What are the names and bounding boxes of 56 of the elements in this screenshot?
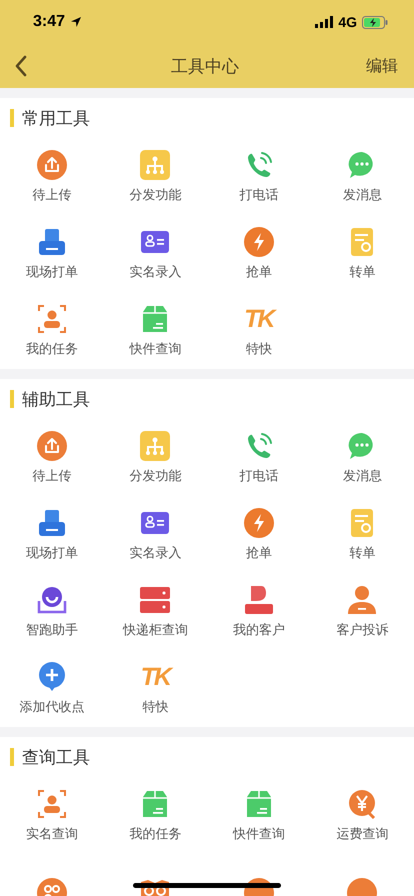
- tool-label[interactable]: 快递柜查询: [122, 620, 188, 638]
- tool-label[interactable]: 实名录入: [129, 262, 182, 280]
- tool-label[interactable]: 运费查询: [336, 824, 388, 842]
- tool-label[interactable]: 转单: [349, 262, 376, 280]
- printer-icon[interactable]: [36, 508, 67, 538]
- printer-icon[interactable]: [36, 226, 67, 256]
- tool-label[interactable]: 分发功能: [129, 186, 182, 204]
- tool-label[interactable]: 快件查询: [232, 824, 285, 842]
- tool-label[interactable]: 实名录入: [129, 544, 182, 562]
- tool-label[interactable]: 快件查询: [129, 340, 182, 358]
- section-title: 常用工具: [22, 108, 90, 130]
- upload-icon[interactable]: [36, 430, 67, 460]
- add-location-icon[interactable]: [36, 662, 67, 692]
- tool-label[interactable]: 客户投诉: [336, 620, 388, 638]
- edit-button[interactable]: 编辑: [366, 56, 398, 76]
- tool-label[interactable]: 现场打单: [26, 262, 78, 280]
- location-arrow-icon: [70, 16, 82, 28]
- upload-icon[interactable]: [36, 150, 67, 180]
- lightning-icon[interactable]: [244, 508, 274, 538]
- user-icon[interactable]: [347, 584, 378, 614]
- lightning-icon[interactable]: [244, 226, 274, 256]
- signal-icon: [315, 16, 334, 28]
- hierarchy-icon[interactable]: [140, 430, 170, 460]
- tool-label[interactable]: 我的客户: [232, 620, 285, 638]
- tool-label[interactable]: 我的任务: [26, 340, 78, 358]
- tool-label[interactable]: 打电话: [239, 186, 278, 204]
- assistant-icon[interactable]: [36, 584, 67, 614]
- person-scan-icon[interactable]: [36, 304, 67, 334]
- tool-label[interactable]: 抢单: [246, 544, 272, 562]
- tool-label[interactable]: 智跑助手: [26, 620, 78, 638]
- tool-label[interactable]: 我的任务: [129, 824, 182, 842]
- battery-icon: [362, 16, 388, 28]
- tool-label[interactable]: 抢单: [246, 262, 272, 280]
- page-title: 工具中心: [171, 56, 239, 78]
- tool-label[interactable]: 发消息: [342, 466, 382, 484]
- locker-icon[interactable]: [140, 584, 170, 614]
- tool-label[interactable]: 现场打单: [26, 544, 78, 562]
- network-label: 4G: [338, 14, 357, 30]
- hierarchy-icon[interactable]: [140, 150, 170, 180]
- tool-label[interactable]: 特快: [246, 340, 272, 358]
- tool-label[interactable]: 转单: [349, 544, 376, 562]
- tool-label[interactable]: 实名查询: [26, 824, 78, 842]
- tool-label[interactable]: 特快: [142, 698, 168, 716]
- back-icon[interactable]: [14, 55, 28, 77]
- user-icon[interactable]: [244, 584, 274, 614]
- section-title: 辅助工具: [22, 388, 90, 410]
- status-time: 3:47: [33, 13, 66, 31]
- tool-label[interactable]: 添加代收点: [19, 698, 84, 716]
- tool-label[interactable]: 发消息: [342, 186, 382, 204]
- section-title: 查询工具: [22, 746, 90, 768]
- person-scan-icon[interactable]: [36, 788, 67, 818]
- tool-label[interactable]: 分发功能: [129, 466, 182, 484]
- tool-label[interactable]: 待上传: [32, 466, 72, 484]
- yuan-coin-icon[interactable]: [347, 788, 378, 818]
- tool-label[interactable]: 待上传: [32, 186, 72, 204]
- tool-label[interactable]: 打电话: [239, 466, 278, 484]
